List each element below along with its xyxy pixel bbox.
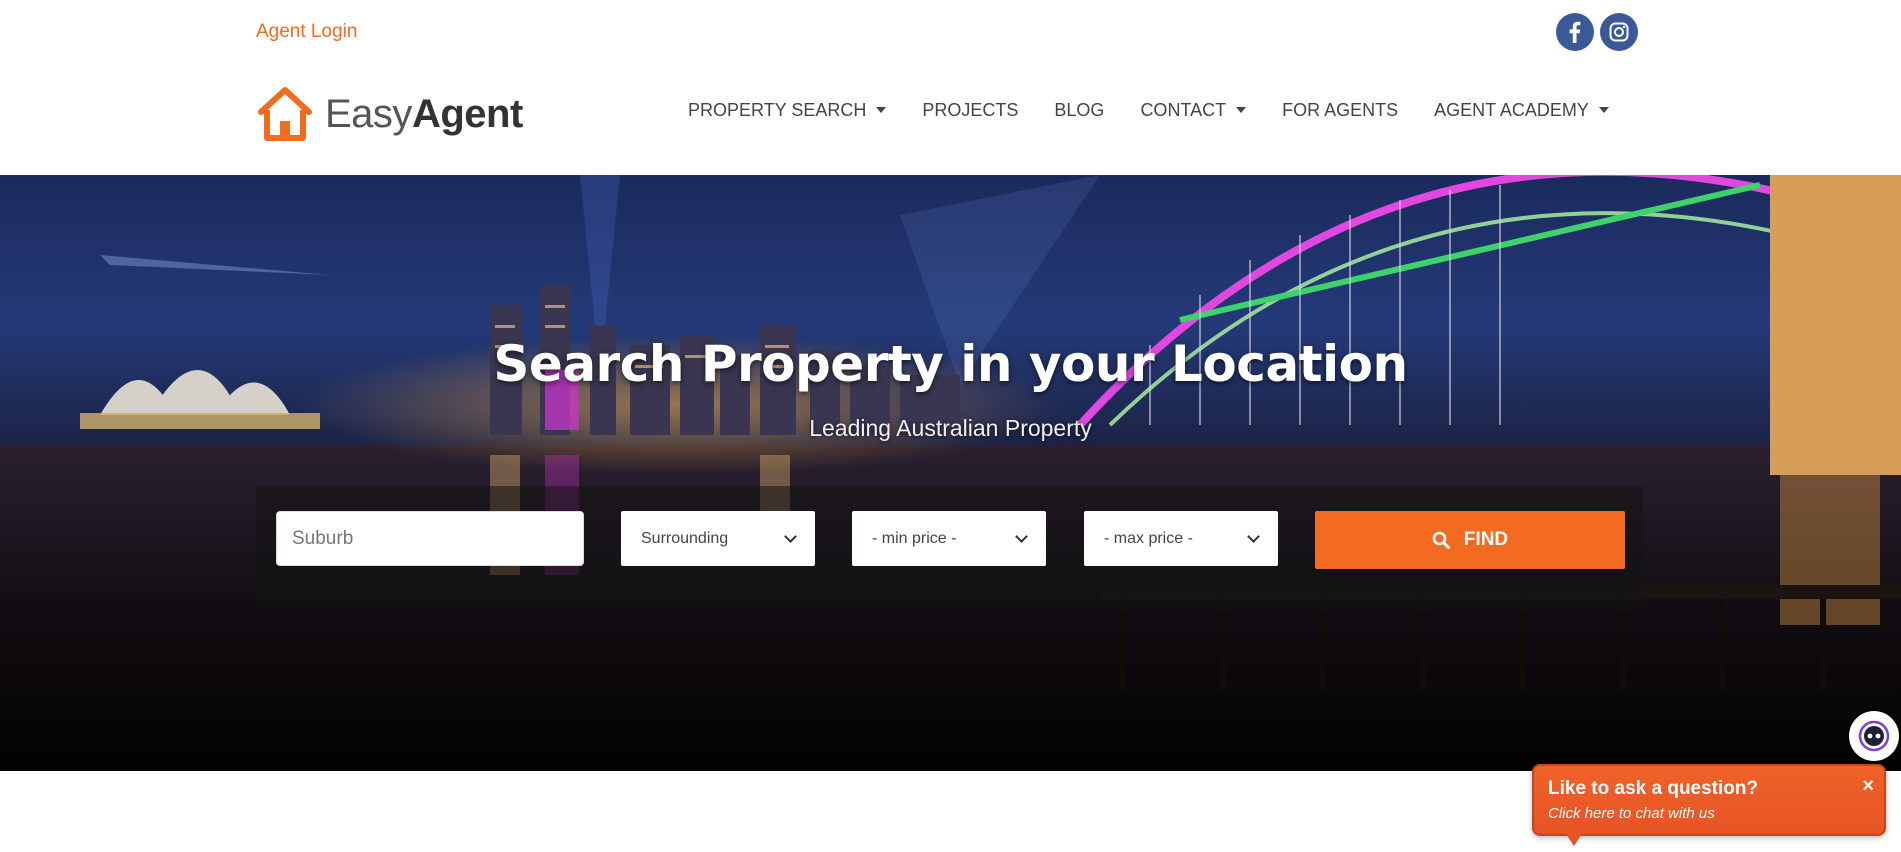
chevron-down-icon <box>1247 529 1260 543</box>
chat-prompt-bubble[interactable]: Like to ask a question? Click here to ch… <box>1532 764 1886 846</box>
chatbot-launcher[interactable] <box>1849 711 1899 761</box>
nav-label: CONTACT <box>1140 100 1227 120</box>
chat-prompt-subtitle: Click here to chat with us <box>1548 805 1715 822</box>
nav-label: FOR AGENTS <box>1282 100 1399 120</box>
suburb-input[interactable] <box>276 511 584 566</box>
nav-agent-academy[interactable]: AGENT ACADEMY <box>1434 100 1609 121</box>
nav-label: BLOG <box>1054 100 1105 120</box>
logo-text-easy: Easy <box>325 91 412 136</box>
agent-login-link[interactable]: Agent Login <box>256 21 357 43</box>
hero-banner: Search Property in your Location Leading… <box>0 175 1901 771</box>
instagram-button[interactable] <box>1600 13 1638 51</box>
logo-text-agent: Agent <box>411 91 523 136</box>
main-nav: PROPERTY SEARCH PROJECTS BLOG CONTACT FO… <box>688 100 1609 121</box>
facebook-button[interactable] <box>1556 13 1594 51</box>
harbour-night-background <box>0 175 1901 771</box>
nav-property-search[interactable]: PROPERTY SEARCH <box>688 100 887 121</box>
find-button-label: FIND <box>1463 529 1509 550</box>
facebook-icon <box>1569 21 1581 43</box>
caret-down-icon <box>1598 106 1609 113</box>
min-price-select[interactable]: - min price - <box>852 511 1046 566</box>
site-logo[interactable]: EasyAgent <box>255 83 523 145</box>
find-button[interactable]: FIND <box>1315 511 1625 569</box>
nav-label: PROPERTY SEARCH <box>688 100 867 120</box>
search-icon <box>1432 531 1450 549</box>
instagram-icon <box>1609 22 1629 42</box>
nav-projects[interactable]: PROJECTS <box>922 100 1018 121</box>
hero-subtitle: Leading Australian Property <box>809 415 1092 441</box>
nav-for-agents[interactable]: FOR AGENTS <box>1282 100 1398 121</box>
chatbot-icon <box>1858 720 1890 752</box>
logo-text: EasyAgent <box>325 92 523 137</box>
nav-blog[interactable]: BLOG <box>1054 100 1104 121</box>
min-price-select-value: - min price - <box>872 529 957 547</box>
nav-label: AGENT ACADEMY <box>1434 100 1589 120</box>
max-price-select[interactable]: - max price - <box>1084 511 1278 566</box>
max-price-select-value: - max price - <box>1104 529 1193 547</box>
surrounding-select-value: Surrounding <box>641 529 729 547</box>
caret-down-icon <box>1236 106 1247 113</box>
chevron-down-icon <box>1015 529 1028 543</box>
nav-contact[interactable]: CONTACT <box>1140 100 1247 121</box>
close-icon[interactable]: × <box>1862 776 1874 796</box>
hero-title: Search Property in your Location <box>493 335 1408 393</box>
caret-down-icon <box>876 106 887 113</box>
chat-prompt-title: Like to ask a question? <box>1548 778 1759 799</box>
house-logo-icon <box>258 87 312 141</box>
search-panel: Surrounding - min price - - max price - … <box>256 486 1643 610</box>
surrounding-select[interactable]: Surrounding <box>621 511 815 566</box>
chevron-down-icon <box>784 529 797 543</box>
nav-label: PROJECTS <box>922 100 1019 120</box>
